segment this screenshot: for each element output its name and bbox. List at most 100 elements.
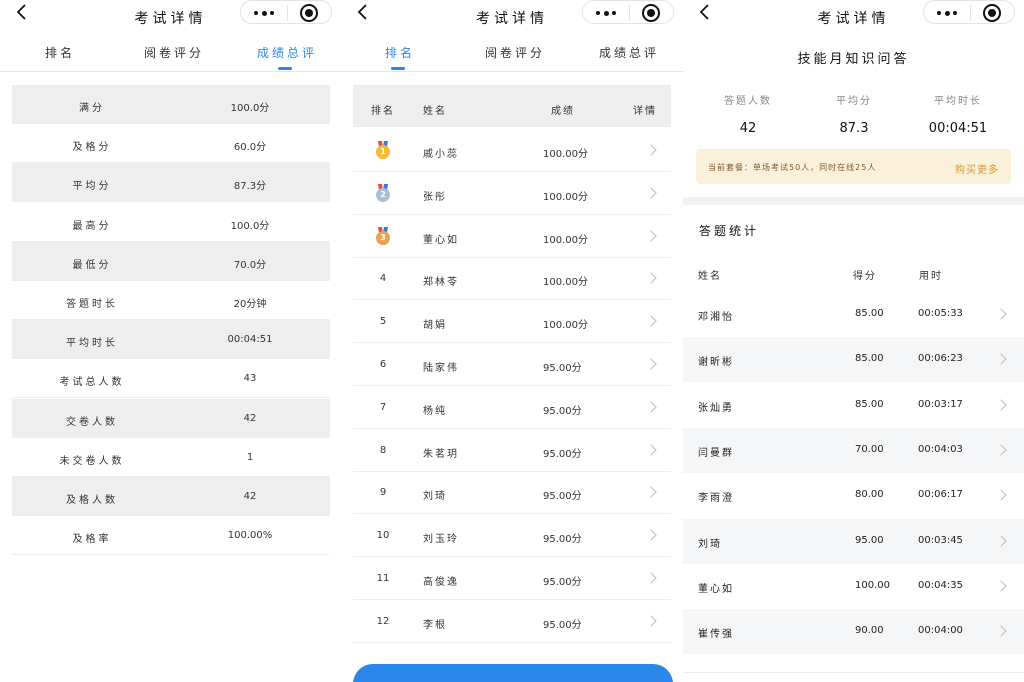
tab-grading[interactable]: 阅卷评分 bbox=[485, 44, 545, 61]
chevron-right-icon[interactable] bbox=[645, 272, 657, 285]
rank-number: 4 bbox=[379, 273, 387, 285]
summary-value: 1 bbox=[246, 451, 254, 463]
target-icon[interactable] bbox=[300, 4, 318, 22]
student-score: 100.00 bbox=[855, 579, 890, 591]
student-name: 张灿勇 bbox=[698, 402, 734, 414]
more-dots-icon[interactable] bbox=[596, 10, 618, 16]
rank-number: 9 bbox=[379, 487, 387, 499]
chevron-right-icon[interactable] bbox=[645, 529, 657, 541]
summary-value: 42 bbox=[243, 491, 257, 502]
rank-number: 8 bbox=[379, 444, 387, 456]
mini-program-capsule bbox=[240, 0, 332, 24]
answer-row[interactable]: 闫曼群 70.00 00:04:03 bbox=[683, 427, 1024, 473]
chevron-right-icon[interactable] bbox=[995, 444, 1007, 456]
summary-row: 平均分 87.3分 bbox=[12, 163, 330, 203]
summary-label: 答题时长 bbox=[66, 299, 118, 310]
student-score: 100.00分 bbox=[543, 234, 588, 246]
chevron-right-icon[interactable] bbox=[995, 353, 1007, 365]
chevron-right-icon[interactable] bbox=[645, 358, 657, 370]
summary-row: 答题时长 20分钟 bbox=[12, 281, 330, 320]
summary-row: 交卷人数 42 bbox=[12, 398, 330, 438]
student-name: 高俊逸 bbox=[423, 577, 459, 588]
chevron-right-icon[interactable] bbox=[645, 401, 657, 413]
ranking-row[interactable]: 7 杨纯 95.00分 bbox=[353, 386, 671, 429]
student-name: 董心如 bbox=[423, 234, 459, 246]
answer-row[interactable]: 邓湘怡 85.00 00:05:33 bbox=[683, 292, 1024, 337]
answer-row[interactable]: 谢昕彬 85.00 00:06:23 bbox=[683, 337, 1024, 383]
ranking-row[interactable]: 12 李根 95.00分 bbox=[353, 600, 671, 643]
chevron-right-icon[interactable] bbox=[995, 534, 1007, 547]
summary-label: 最低分 bbox=[72, 259, 112, 271]
ranking-row[interactable]: 5 胡娟 100.00分 bbox=[353, 300, 671, 344]
chevron-right-icon[interactable] bbox=[645, 229, 657, 242]
ranking-row[interactable]: 2 张彤 100.00分 bbox=[353, 172, 671, 215]
chevron-right-icon[interactable] bbox=[645, 144, 657, 156]
student-time: 00:04:03 bbox=[918, 443, 963, 455]
tab-overall[interactable]: 成绩总评 bbox=[599, 44, 659, 61]
ranking-row[interactable]: 11 高俊逸 95.00分 bbox=[353, 557, 671, 600]
tab-overall[interactable]: 成绩总评 bbox=[257, 44, 317, 61]
ranking-row[interactable]: 3 董心如 100.00分 bbox=[353, 215, 671, 258]
student-score: 95.00分 bbox=[543, 491, 582, 503]
student-score: 95.00分 bbox=[543, 534, 582, 546]
summary-row: 考试总人数 43 bbox=[12, 359, 330, 399]
answer-row[interactable]: 董心如 100.00 00:04:35 bbox=[683, 564, 1024, 609]
student-time: 00:05:33 bbox=[918, 308, 963, 319]
student-score: 100.00分 bbox=[543, 277, 588, 289]
header-score: 得分 bbox=[853, 271, 877, 282]
summary-value: 43 bbox=[243, 373, 257, 385]
tab-ranking[interactable]: 排名 bbox=[45, 44, 75, 61]
ranking-row[interactable]: 10 刘玉玲 95.00分 bbox=[353, 514, 671, 558]
ranking-row[interactable]: 6 陆家伟 95.00分 bbox=[353, 343, 671, 386]
target-icon[interactable] bbox=[642, 4, 660, 22]
stat-average-score: 平均分 87.3 bbox=[799, 92, 909, 136]
ranking-row[interactable]: 4 郑林苓 100.00分 bbox=[353, 257, 671, 301]
chevron-right-icon[interactable] bbox=[995, 308, 1007, 320]
student-name: 朱茗玥 bbox=[423, 448, 459, 460]
buy-more-link[interactable]: 购买更多 bbox=[955, 161, 999, 176]
tab-grading[interactable]: 阅卷评分 bbox=[144, 44, 204, 61]
summary-value: 100.00% bbox=[227, 530, 273, 542]
ranking-row[interactable]: 8 朱茗玥 95.00分 bbox=[353, 429, 671, 472]
answer-row[interactable]: 崔传强 90.00 00:04:00 bbox=[683, 609, 1024, 655]
student-name: 刘琦 bbox=[698, 538, 722, 550]
chevron-right-icon[interactable] bbox=[645, 443, 657, 456]
chevron-right-icon[interactable] bbox=[645, 486, 657, 499]
stat-average-time: 平均时长 00:04:51 bbox=[903, 92, 1013, 136]
chevron-right-icon[interactable] bbox=[995, 489, 1007, 501]
stat-value: 87.3 bbox=[839, 121, 869, 136]
summary-row: 及格分 60.0分 bbox=[12, 124, 330, 164]
answer-row[interactable]: 刘琦 95.00 00:03:45 bbox=[683, 518, 1024, 564]
chevron-right-icon[interactable] bbox=[645, 572, 657, 584]
bottom-action-button[interactable] bbox=[353, 664, 673, 682]
student-time: 00:03:45 bbox=[918, 534, 963, 546]
summary-value: 100.0分 bbox=[230, 103, 270, 114]
plan-banner: 当前套餐：单场考试50人，同时在线25人 购买更多 bbox=[696, 149, 1011, 184]
chevron-right-icon[interactable] bbox=[645, 187, 657, 199]
answer-row[interactable]: 张灿勇 85.00 00:03:17 bbox=[683, 383, 1024, 428]
summary-row: 最低分 70.0分 bbox=[12, 241, 330, 281]
more-dots-icon[interactable] bbox=[254, 10, 276, 16]
student-time: 00:03:17 bbox=[918, 398, 963, 410]
ranking-row[interactable]: 9 刘琦 95.00分 bbox=[353, 471, 671, 515]
summary-value: 70.0分 bbox=[233, 259, 267, 271]
tab-ranking[interactable]: 排名 bbox=[385, 44, 415, 61]
mini-program-capsule bbox=[923, 0, 1015, 24]
answer-row[interactable]: 李雨澄 80.00 00:06:17 bbox=[683, 473, 1024, 518]
chevron-right-icon[interactable] bbox=[995, 398, 1007, 411]
summary-panel: 考试详情 排名 阅卷评分 成绩总评 满分 100.0分 及格分 60.0分 平均分 87.… bbox=[0, 0, 341, 682]
active-tab-indicator bbox=[278, 67, 292, 70]
more-dots-icon[interactable] bbox=[937, 10, 959, 16]
student-name: 刘玉玲 bbox=[423, 534, 459, 546]
chevron-right-icon[interactable] bbox=[995, 625, 1007, 637]
summary-row: 及格率 100.00% bbox=[12, 516, 330, 556]
ranking-row[interactable]: 1 戚小蕊 100.00分 bbox=[353, 129, 671, 172]
chevron-right-icon[interactable] bbox=[645, 315, 657, 327]
summary-label: 满分 bbox=[79, 103, 105, 114]
summary-value: 60.0分 bbox=[233, 142, 267, 154]
chevron-right-icon[interactable] bbox=[995, 580, 1007, 592]
rank-number: 11 bbox=[376, 573, 390, 584]
target-icon[interactable] bbox=[983, 4, 1001, 22]
student-name: 闫曼群 bbox=[698, 447, 734, 459]
chevron-right-icon[interactable] bbox=[645, 615, 657, 627]
